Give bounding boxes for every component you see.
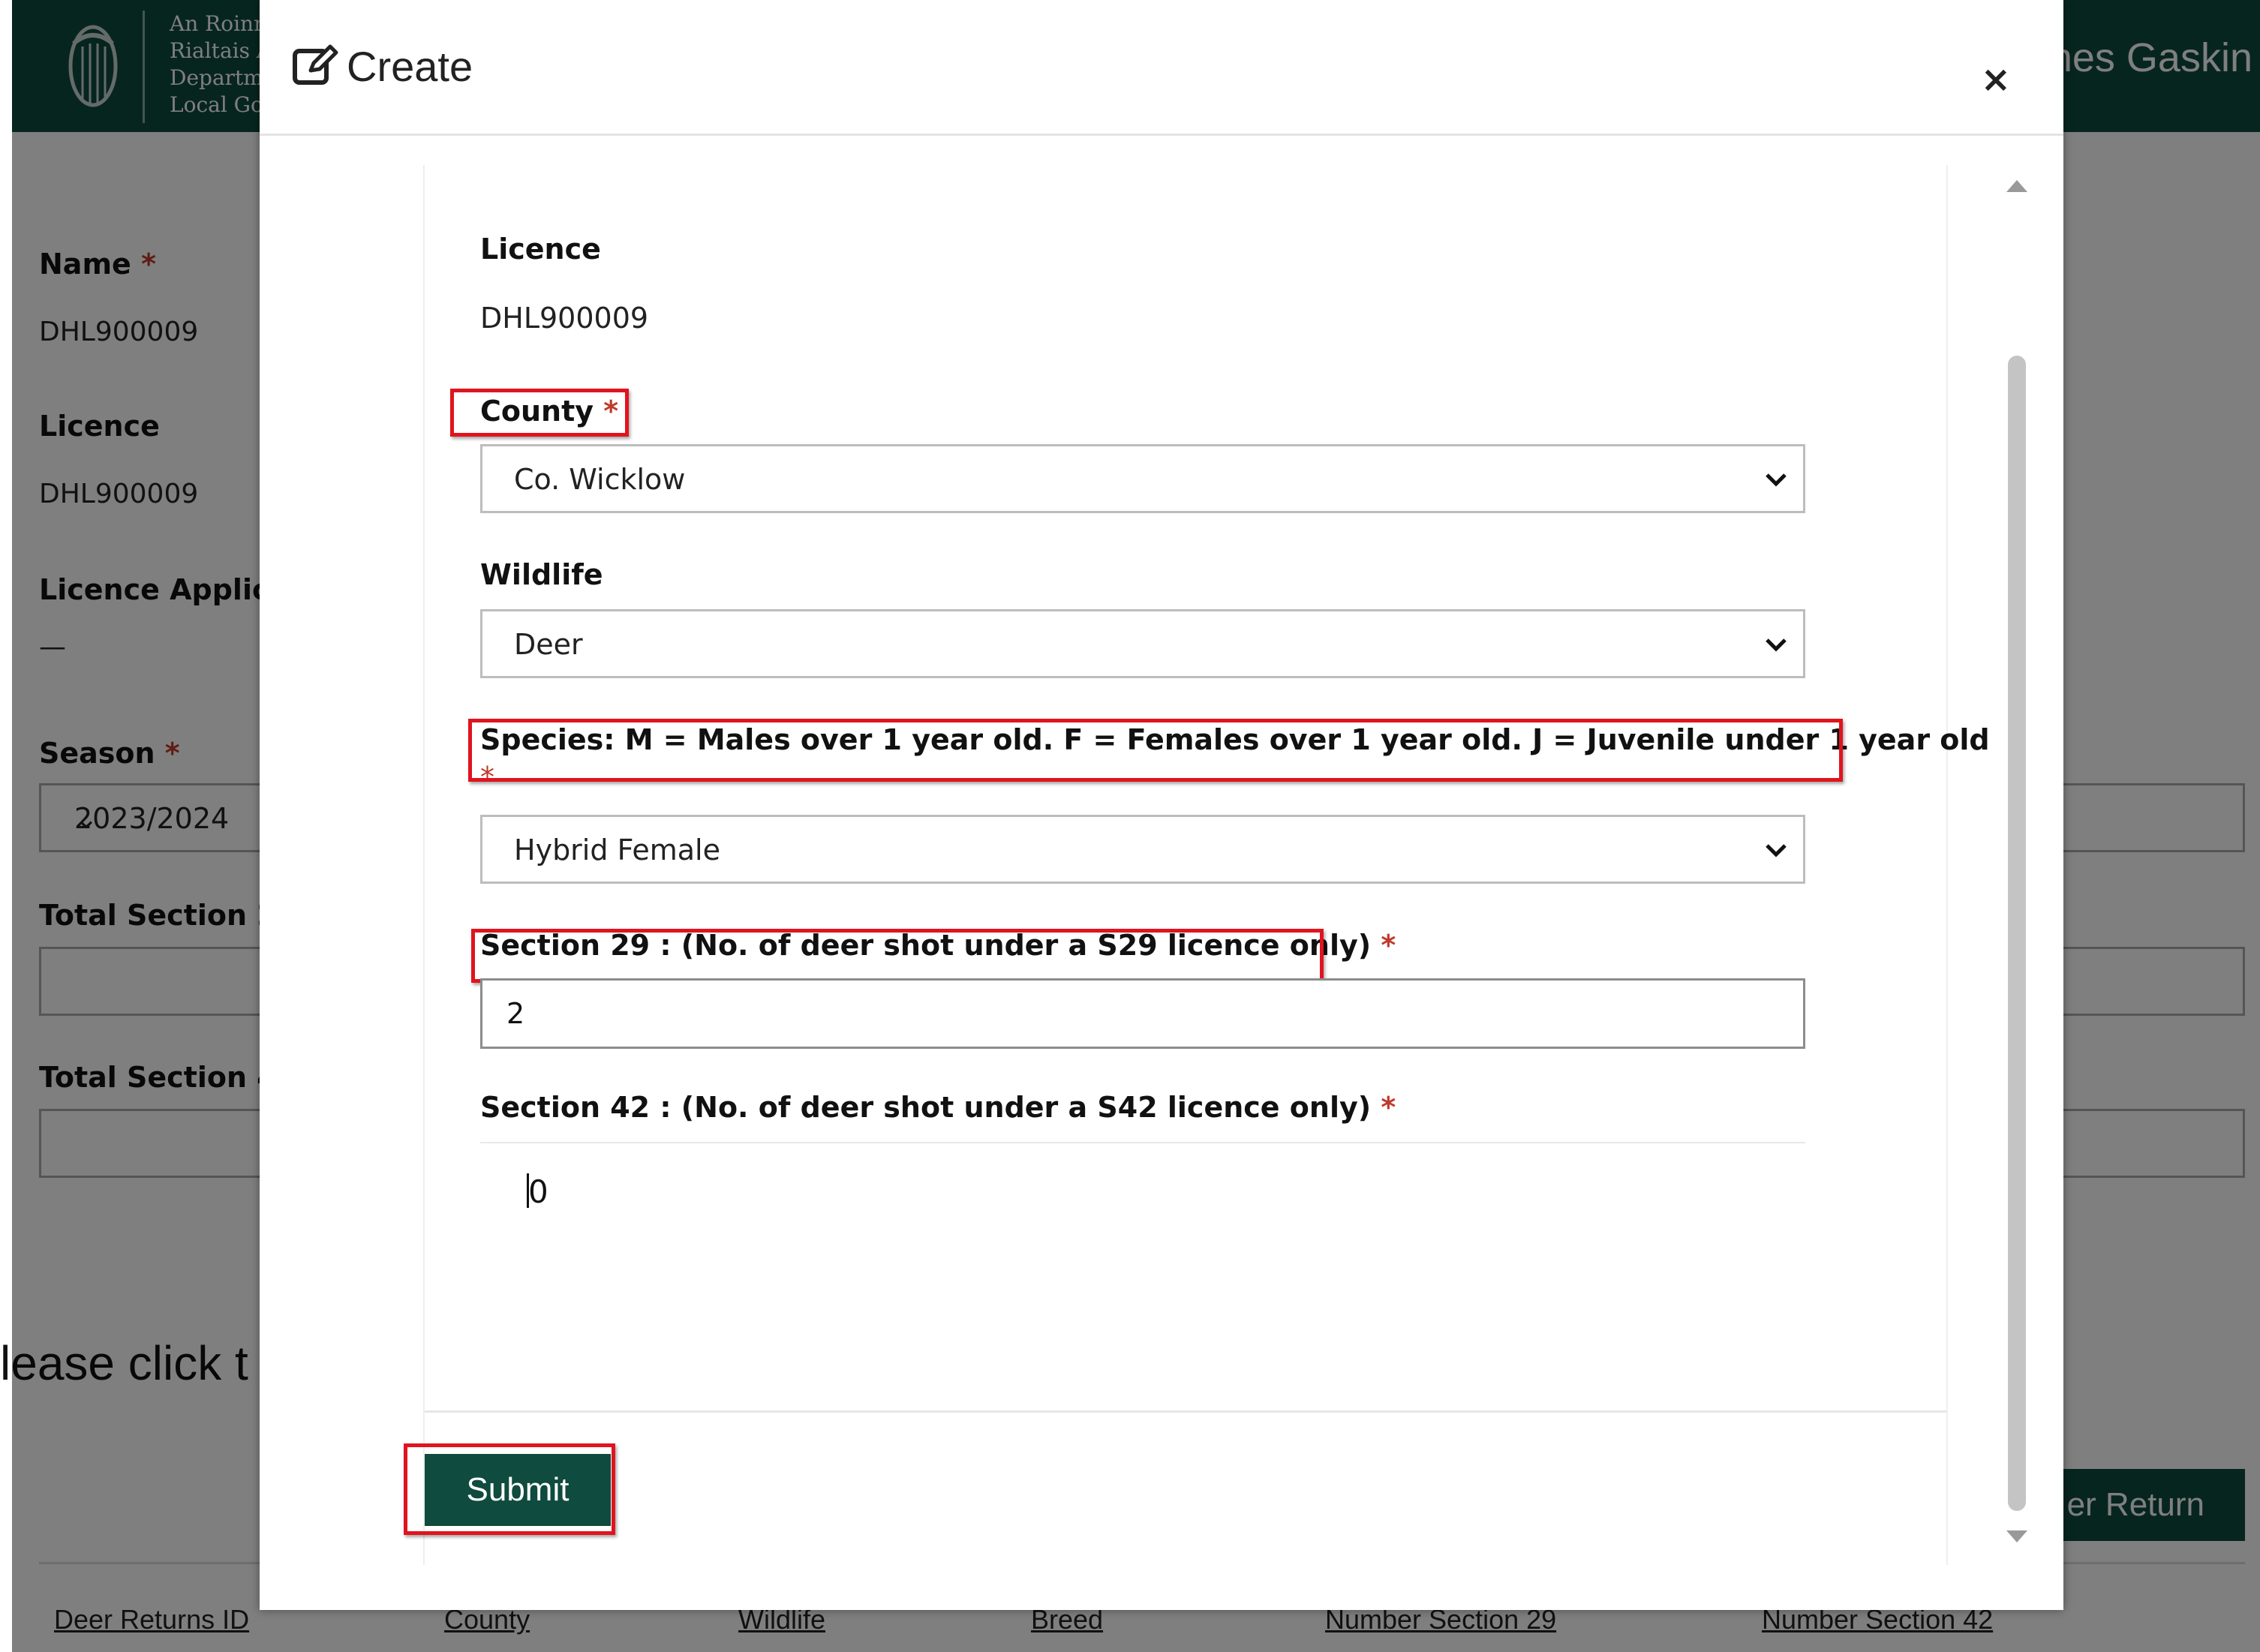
species-select-value: Hybrid Female <box>514 834 720 867</box>
text-caret <box>527 1173 529 1208</box>
county-select[interactable]: Co. Wicklow <box>480 444 1805 513</box>
modal-scrollbar[interactable] <box>1997 180 2039 1553</box>
wildlife-select-value: Deer <box>514 628 583 661</box>
submit-button[interactable]: Submit <box>425 1454 611 1526</box>
create-modal: Create × Licence DHL900009 County * Co. … <box>260 0 2063 1610</box>
section42-label: Section 42 : (No. of deer shot under a S… <box>480 1091 1396 1124</box>
section29-input[interactable]: 2 <box>480 978 1805 1049</box>
county-select-value: Co. Wicklow <box>514 463 686 496</box>
species-select[interactable]: Hybrid Female <box>480 815 1805 884</box>
wildlife-label: Wildlife <box>480 558 603 591</box>
left-strip <box>0 0 12 1652</box>
licence-value: DHL900009 <box>480 302 649 335</box>
licence-label: Licence <box>480 233 601 266</box>
wildlife-select[interactable]: Deer <box>480 609 1805 678</box>
section42-input[interactable]: 0 <box>480 1142 1805 1214</box>
modal-body: Licence DHL900009 County * Co. Wicklow W… <box>423 165 1990 1565</box>
scroll-up-arrow-icon[interactable] <box>2006 180 2027 192</box>
section29-highlight <box>471 929 1324 983</box>
county-highlight <box>450 389 629 437</box>
edit-icon <box>293 44 338 85</box>
scrollbar-thumb[interactable] <box>2008 356 2026 1511</box>
modal-title: Create <box>347 43 473 90</box>
scroll-down-arrow-icon[interactable] <box>2006 1530 2027 1542</box>
section29-input-value: 2 <box>506 997 525 1030</box>
close-icon[interactable]: × <box>1981 59 2011 101</box>
chevron-down-icon <box>1766 844 1787 858</box>
modal-header: Create × <box>260 0 2063 136</box>
form-footer-divider <box>425 1410 1946 1413</box>
chevron-down-icon <box>1766 473 1787 487</box>
section42-value-text: 0 <box>528 1173 548 1210</box>
species-highlight <box>468 719 1843 782</box>
chevron-down-icon <box>1766 638 1787 652</box>
